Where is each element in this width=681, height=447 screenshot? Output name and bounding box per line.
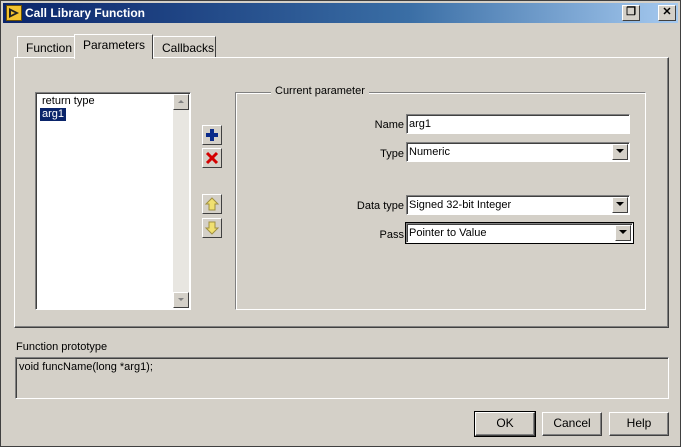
help-button[interactable]: Help	[609, 412, 669, 436]
move-up-button[interactable]	[202, 194, 222, 214]
window-title: Call Library Function	[25, 6, 146, 20]
data-type-label: Data type	[356, 200, 404, 212]
tab-parameters-label: Parameters	[83, 38, 146, 52]
arrow-down-icon	[204, 221, 220, 235]
prototype-text: void funcName(long *arg1);	[19, 361, 153, 373]
chevron-down-icon	[616, 149, 624, 153]
prototype-label: Function prototype	[16, 341, 108, 353]
tab-function[interactable]: Function	[17, 36, 75, 58]
pass-dropdown[interactable]: Pointer to Value	[405, 222, 634, 244]
add-parameter-button[interactable]	[202, 125, 222, 145]
current-parameter-legend: Current parameter	[271, 85, 369, 97]
close-button[interactable]: ✕	[658, 5, 676, 21]
close-icon: ✕	[662, 6, 672, 18]
scroll-up-arrow-icon	[178, 100, 184, 103]
list-item-selected[interactable]: arg1	[40, 108, 67, 121]
pass-dropdown-button[interactable]	[615, 225, 631, 241]
plus-icon	[206, 129, 218, 141]
type-dropdown-button[interactable]	[612, 144, 628, 160]
prototype-textbox: void funcName(long *arg1);	[15, 357, 669, 399]
ok-button[interactable]: OK	[474, 411, 536, 437]
cancel-button[interactable]: Cancel	[542, 412, 602, 436]
red-x-icon	[205, 151, 219, 165]
scroll-down-arrow-icon	[178, 298, 184, 301]
delete-parameter-button[interactable]	[202, 148, 222, 168]
type-label: Type	[380, 148, 404, 160]
restore-button[interactable]: ❐	[622, 5, 640, 21]
title-bar[interactable]: Call Library Function ❐ ✕	[3, 3, 678, 23]
labview-app-icon	[6, 5, 22, 21]
data-type-dropdown-button[interactable]	[612, 197, 628, 213]
data-type-dropdown[interactable]: Signed 32-bit Integer	[406, 195, 630, 215]
tab-parameters[interactable]: Parameters	[74, 34, 153, 59]
data-type-dropdown-value: Signed 32-bit Integer	[409, 199, 512, 211]
scroll-up-button[interactable]	[173, 94, 189, 110]
move-down-button[interactable]	[202, 218, 222, 238]
list-item[interactable]: return type	[40, 95, 97, 108]
type-dropdown[interactable]: Numeric	[406, 142, 630, 162]
cancel-button-label: Cancel	[553, 416, 591, 430]
dialog-window: Call Library Function ❐ ✕ Function Param…	[0, 0, 681, 447]
listbox-scrollbar[interactable]	[173, 94, 189, 308]
name-field[interactable]: arg1	[406, 114, 630, 134]
help-button-label: Help	[626, 416, 652, 430]
pass-label: Pass	[379, 229, 404, 241]
tab-function-label: Function	[26, 41, 73, 55]
pass-dropdown-value: Pointer to Value	[409, 227, 487, 239]
tab-callbacks[interactable]: Callbacks	[153, 36, 216, 58]
scroll-down-button[interactable]	[173, 292, 189, 308]
ok-button-label: OK	[496, 416, 514, 430]
tab-callbacks-label: Callbacks	[162, 41, 215, 55]
chevron-down-icon	[619, 230, 627, 234]
parameters-listbox[interactable]: return type arg1	[35, 92, 191, 310]
name-label: Name	[374, 119, 404, 131]
chevron-down-icon	[616, 202, 624, 206]
type-dropdown-value: Numeric	[409, 146, 450, 158]
arrow-up-icon	[204, 197, 220, 211]
restore-icon: ❐	[626, 6, 636, 18]
